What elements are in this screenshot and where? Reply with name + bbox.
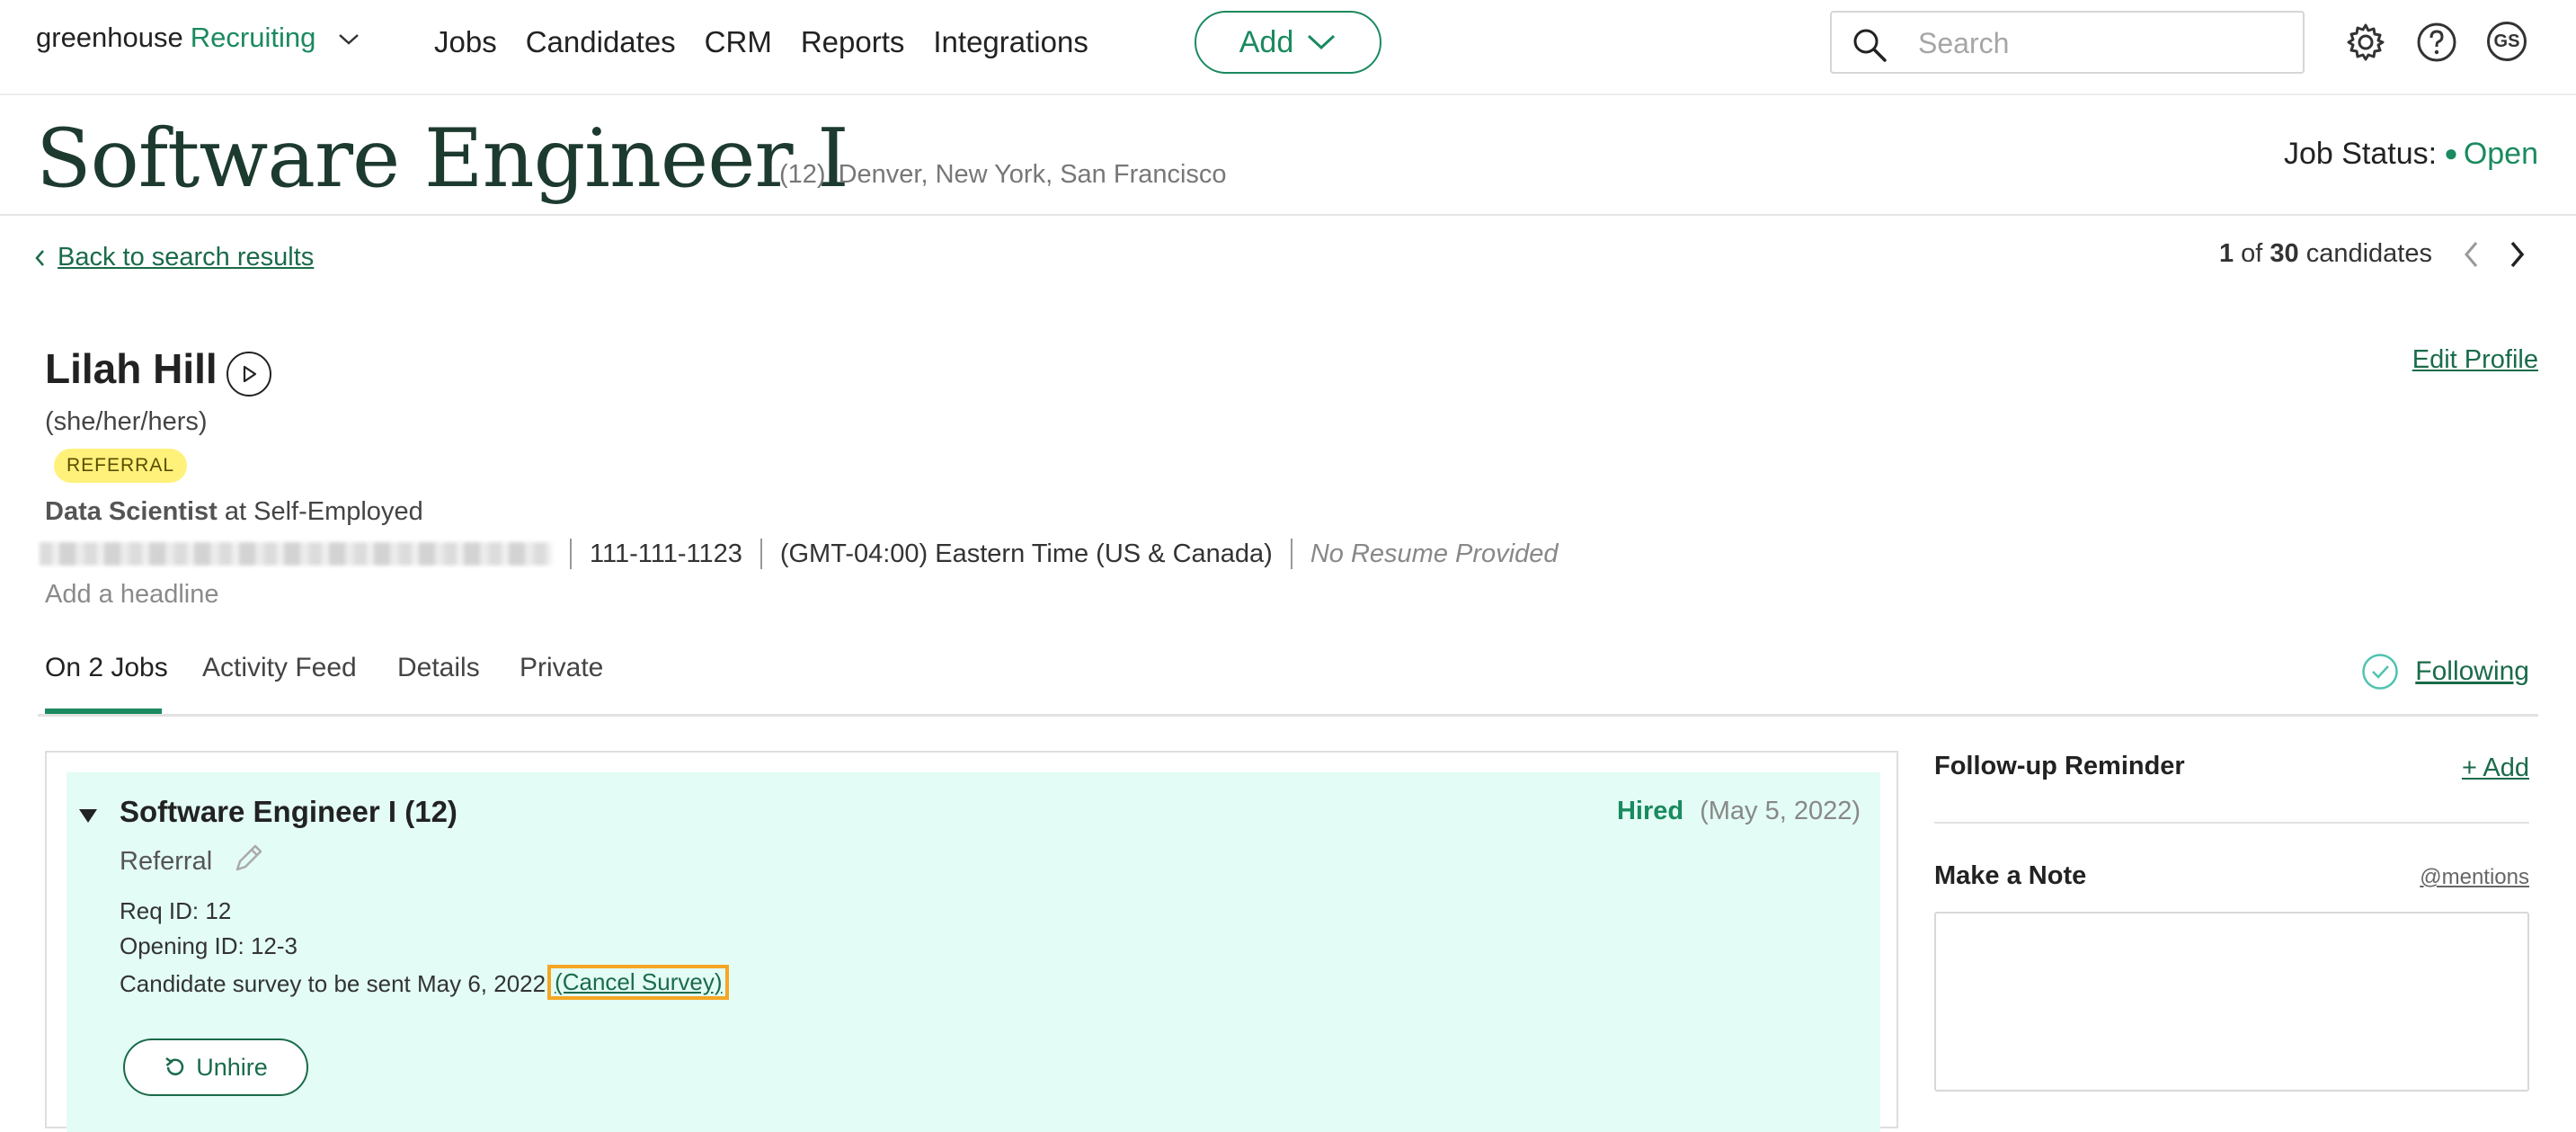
pencil-edit-icon[interactable]	[232, 841, 266, 882]
chevron-down-icon	[1308, 34, 1336, 50]
jobs-panel: Software Engineer I (12) Hired (May 5, 20…	[45, 751, 1898, 1132]
main-nav: Jobs Candidates CRM Reports Integrations	[434, 25, 1088, 59]
greenhouse-logo[interactable]: greenhouse Recruiting	[36, 22, 360, 54]
pager-current: 1	[2218, 239, 2234, 268]
tab-on-jobs[interactable]: On 2 Jobs	[45, 653, 168, 683]
next-candidate-icon[interactable]	[2509, 240, 2526, 269]
req-id: Req ID: 12	[120, 897, 232, 924]
edit-profile-link[interactable]: Edit Profile	[2412, 345, 2538, 375]
logo-main: greenhouse	[36, 22, 183, 53]
nav-reports[interactable]: Reports	[801, 25, 905, 59]
logo-product: Recruiting	[190, 22, 316, 53]
divider	[759, 539, 762, 569]
candidate-company: Self-Employed	[253, 497, 423, 526]
add-button[interactable]: Add	[1195, 11, 1381, 74]
pager-total: 30	[2270, 239, 2299, 268]
user-avatar[interactable]: GS	[2487, 22, 2527, 61]
resume-status: No Resume Provided	[1310, 539, 1559, 568]
search-icon	[1852, 27, 1888, 67]
divider	[1290, 539, 1292, 569]
followup-reminder-row: Follow-up Reminder + Add	[1934, 752, 2529, 824]
job-count: (12)	[779, 160, 826, 189]
candidate-title: Data Scientist	[45, 497, 218, 526]
mentions-link[interactable]: @mentions	[2420, 865, 2529, 890]
application-card: Software Engineer I (12) Hired (May 5, 20…	[67, 772, 1880, 1132]
settings-gear-icon[interactable]	[2345, 22, 2386, 63]
survey-line: Candidate survey to be sent May 6, 2022(…	[120, 965, 730, 1002]
previous-candidate-icon[interactable]	[2463, 240, 2479, 269]
candidate-name: Lilah Hill	[45, 345, 218, 392]
tab-details[interactable]: Details	[397, 653, 480, 683]
note-title: Make a Note	[1934, 861, 2087, 890]
following-label: Following	[2415, 656, 2529, 686]
chevron-down-icon[interactable]	[337, 22, 360, 54]
survey-text: Candidate survey to be sent May 6, 2022	[120, 970, 546, 997]
candidate-role: Data Scientist at Self-Employed	[45, 497, 423, 527]
job-status: Job Status: ● Open	[2284, 137, 2538, 172]
followup-title: Follow-up Reminder	[1934, 752, 2185, 780]
application-title[interactable]: Software Engineer I (12)	[120, 795, 457, 829]
candidate-pager: 1 of 30 candidates	[2219, 239, 2526, 269]
nav-crm[interactable]: CRM	[705, 25, 772, 59]
nav-jobs[interactable]: Jobs	[434, 25, 497, 59]
top-navigation: greenhouse Recruiting Jobs Candidates CR…	[0, 0, 2576, 95]
back-to-search[interactable]: Back to search results	[34, 243, 314, 272]
candidate-at: at	[224, 497, 247, 526]
application-status: Hired (May 5, 2022)	[1617, 797, 1861, 826]
job-meta: (12) Denver, New York, San Francisco	[779, 160, 1227, 190]
collapse-triangle-icon[interactable]	[77, 807, 99, 829]
candidate-pronouns: (she/her/hers)	[45, 407, 208, 436]
status-dot-icon: ●	[2444, 139, 2458, 166]
nav-integrations[interactable]: Integrations	[933, 25, 1088, 59]
search-input[interactable]	[1916, 22, 2288, 65]
following-toggle[interactable]: Following	[2361, 653, 2529, 691]
source-label: Referral	[120, 846, 213, 876]
pager-of: of	[2241, 239, 2263, 268]
undo-icon	[165, 1056, 184, 1075]
status-date: (May 5, 2022)	[1700, 797, 1861, 825]
unhire-button[interactable]: Unhire	[123, 1038, 308, 1096]
application-source: Referral	[120, 841, 266, 882]
job-title[interactable]: Software Engineer I	[36, 111, 849, 206]
redacted-email	[40, 542, 552, 566]
cancel-survey-link[interactable]: (Cancel Survey)	[547, 965, 730, 1000]
tab-private[interactable]: Private	[520, 653, 603, 683]
candidate-contact: 111-111-1123 (GMT-04:00) Eastern Time (U…	[40, 538, 1558, 570]
job-locations: Denver, New York, San Francisco	[838, 160, 1227, 189]
tab-activity-feed[interactable]: Activity Feed	[202, 653, 357, 683]
job-status-value: Open	[2463, 137, 2538, 171]
pager-suffix: candidates	[2305, 239, 2432, 268]
job-header: Software Engineer I (12) Denver, New York…	[0, 95, 2576, 216]
unhire-label: Unhire	[196, 1053, 268, 1081]
active-tab-indicator	[45, 709, 162, 714]
referral-badge: REFERRAL	[54, 449, 188, 483]
add-headline[interactable]: Add a headline	[45, 580, 219, 610]
add-button-label: Add	[1239, 24, 1294, 59]
candidate-phone: 111-111-1123	[590, 539, 742, 568]
opening-id: Opening ID: 12-3	[120, 932, 298, 959]
check-circle-icon	[2362, 654, 2399, 690]
candidate-tabs: On 2 Jobs Activity Feed Details Private …	[38, 629, 2538, 717]
divider	[570, 539, 572, 569]
status-hired: Hired	[1616, 797, 1684, 825]
note-textarea[interactable]	[1934, 912, 2529, 1092]
play-name-pronunciation-icon[interactable]	[227, 352, 271, 397]
chevron-left-icon	[35, 249, 44, 266]
candidate-timezone: (GMT-04:00) Eastern Time (US & Canada)	[779, 539, 1273, 568]
add-reminder-link[interactable]: + Add	[2462, 753, 2529, 783]
search-box[interactable]	[1830, 11, 2305, 74]
nav-candidates[interactable]: Candidates	[526, 25, 676, 59]
job-status-label: Job Status:	[2283, 137, 2438, 171]
back-link[interactable]: Back to search results	[58, 243, 314, 272]
help-icon[interactable]	[2416, 22, 2457, 63]
